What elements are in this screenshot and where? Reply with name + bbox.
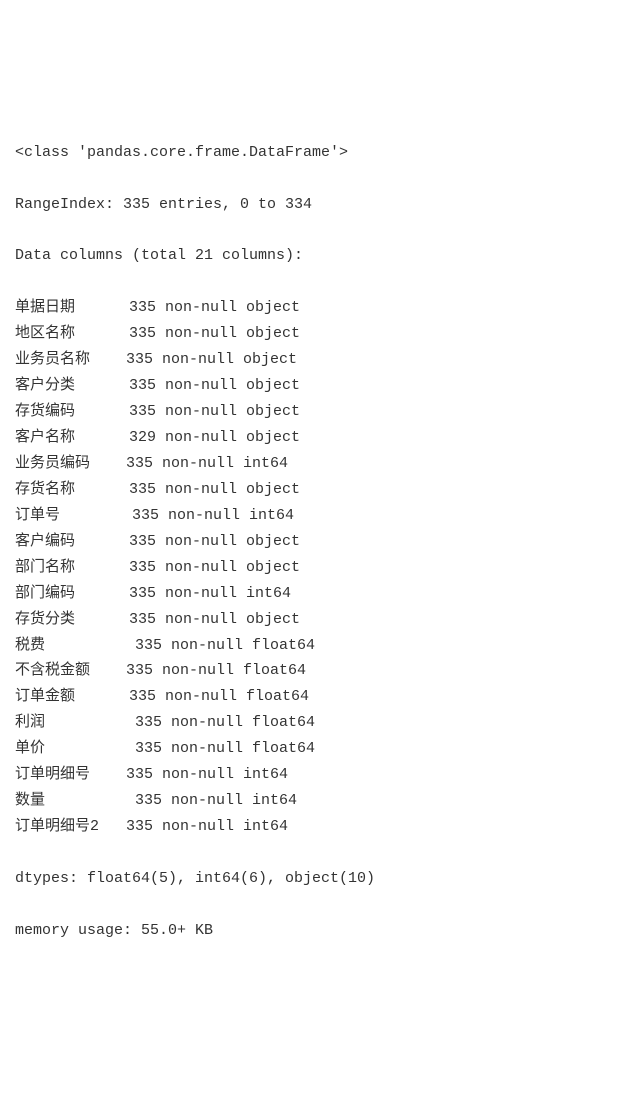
class-line: <class 'pandas.core.frame.DataFrame'> bbox=[15, 140, 622, 166]
column-row: 部门名称 335 non-null object bbox=[15, 555, 622, 581]
column-row: 订单号 335 non-null int64 bbox=[15, 503, 622, 529]
dtypes-line: dtypes: float64(5), int64(6), object(10) bbox=[15, 866, 622, 892]
column-row: 存货分类 335 non-null object bbox=[15, 607, 622, 633]
column-row: 客户分类 335 non-null object bbox=[15, 373, 622, 399]
output-container: <class 'pandas.core.frame.DataFrame'> Ra… bbox=[15, 114, 622, 970]
column-row: 单据日期 335 non-null object bbox=[15, 295, 622, 321]
column-row: 部门编码 335 non-null int64 bbox=[15, 581, 622, 607]
column-row: 订单明细号 335 non-null int64 bbox=[15, 762, 622, 788]
column-row: 地区名称 335 non-null object bbox=[15, 321, 622, 347]
range-index-line: RangeIndex: 335 entries, 0 to 334 bbox=[15, 192, 622, 218]
column-row: 订单明细号2 335 non-null int64 bbox=[15, 814, 622, 840]
column-row: 存货名称 335 non-null object bbox=[15, 477, 622, 503]
column-row: 业务员编码 335 non-null int64 bbox=[15, 451, 622, 477]
columns-list: 单据日期 335 non-null object地区名称 335 non-nul… bbox=[15, 295, 622, 840]
column-row: 业务员名称 335 non-null object bbox=[15, 347, 622, 373]
memory-line: memory usage: 55.0+ KB bbox=[15, 918, 622, 944]
column-row: 税费 335 non-null float64 bbox=[15, 633, 622, 659]
column-row: 订单金额 335 non-null float64 bbox=[15, 684, 622, 710]
column-row: 利润 335 non-null float64 bbox=[15, 710, 622, 736]
data-columns-line: Data columns (total 21 columns): bbox=[15, 243, 622, 269]
column-row: 不含税金额 335 non-null float64 bbox=[15, 658, 622, 684]
column-row: 客户名称 329 non-null object bbox=[15, 425, 622, 451]
column-row: 单价 335 non-null float64 bbox=[15, 736, 622, 762]
column-row: 数量 335 non-null int64 bbox=[15, 788, 622, 814]
column-row: 客户编码 335 non-null object bbox=[15, 529, 622, 555]
column-row: 存货编码 335 non-null object bbox=[15, 399, 622, 425]
